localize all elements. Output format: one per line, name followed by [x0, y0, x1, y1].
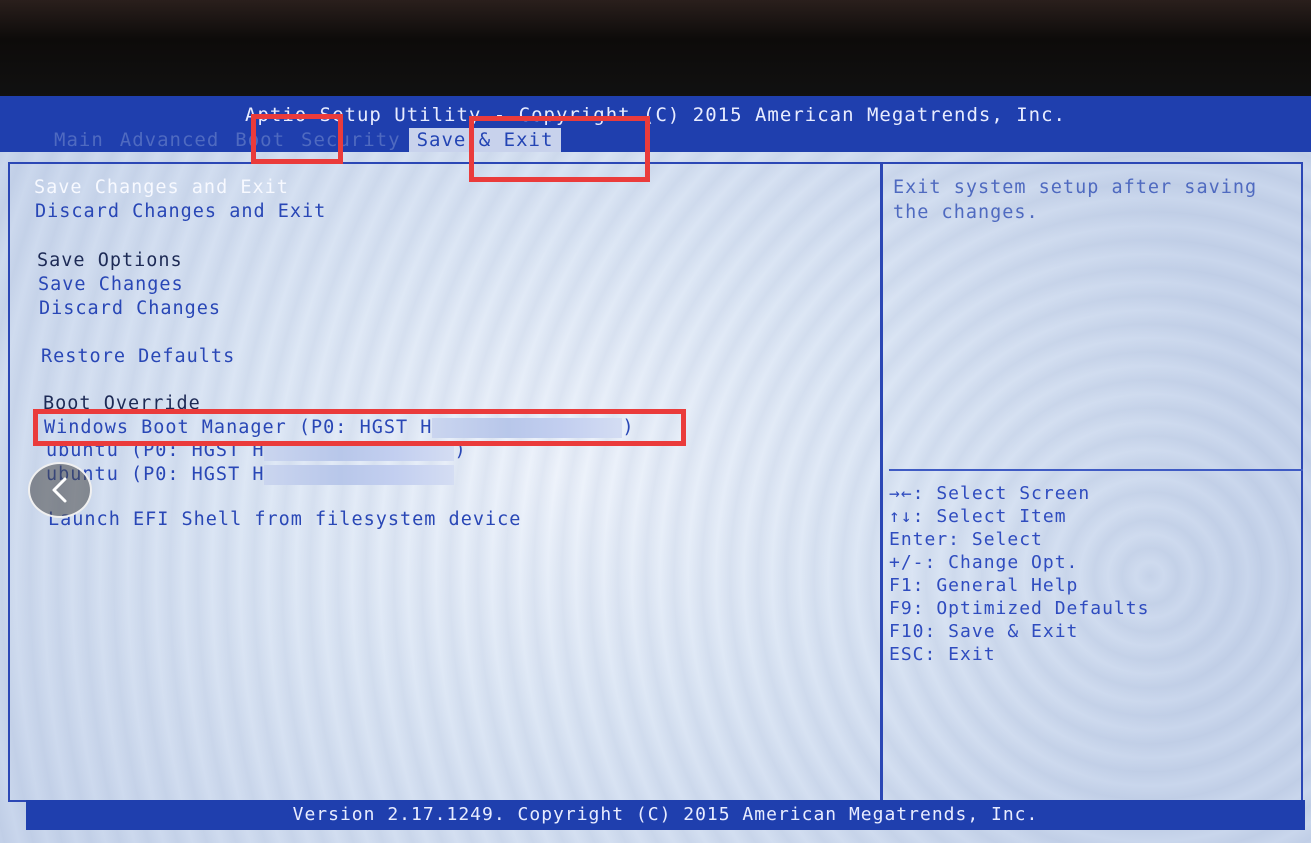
- key-save-exit: F10: Save & Exit: [889, 621, 1079, 642]
- key-optimized-defaults: F9: Optimized Defaults: [889, 598, 1150, 619]
- highlight-boot-tab: [251, 114, 343, 164]
- key-general-help: F1: General Help: [889, 575, 1079, 596]
- app-title: Aptio Setup Utility - Copyright (C) 2015…: [245, 104, 1066, 126]
- bios-screen: Aptio Setup Utility - Copyright (C) 2015…: [0, 96, 1311, 843]
- chevron-left-icon: [52, 477, 67, 503]
- help-description: Exit system setup after saving the chang…: [893, 177, 1258, 223]
- tab-main[interactable]: Main: [46, 128, 112, 152]
- menu-item-launch-efi-shell[interactable]: Launch EFI Shell from filesystem device: [48, 508, 521, 532]
- highlight-save-exit-tab: [469, 116, 650, 182]
- menu-item-restore-defaults[interactable]: Restore Defaults: [41, 345, 235, 369]
- panel-divider: [880, 162, 883, 802]
- back-button[interactable]: [28, 462, 92, 518]
- footer-bar: Version 2.17.1249. Copyright (C) 2015 Am…: [26, 800, 1305, 830]
- help-divider: [889, 469, 1303, 471]
- menu-item-discard-changes[interactable]: Discard Changes: [39, 297, 221, 321]
- key-select-item: ↑↓: Select Item: [889, 506, 1067, 527]
- key-select-screen: →←: Select Screen: [889, 483, 1091, 504]
- key-legend: →←: Select Screen ↑↓: Select Item Enter:…: [889, 482, 1149, 666]
- menu-item-save-changes-and-exit[interactable]: Save Changes and Exit: [34, 176, 289, 200]
- key-enter-select: Enter: Select: [889, 529, 1043, 550]
- title-bar: Aptio Setup Utility - Copyright (C) 2015…: [0, 96, 1311, 152]
- tab-advanced[interactable]: Advanced: [112, 128, 228, 152]
- key-change-opt: +/-: Change Opt.: [889, 552, 1079, 573]
- monitor-bezel: [0, 0, 1311, 98]
- menu-item-discard-changes-and-exit[interactable]: Discard Changes and Exit: [35, 200, 326, 224]
- version-text: Version 2.17.1249. Copyright (C) 2015 Am…: [292, 804, 1039, 825]
- redacted-text: [264, 465, 455, 485]
- section-header-save-options: Save Options: [37, 250, 183, 271]
- boot-option-ubuntu-2[interactable]: ubuntu (P0: HGST H: [46, 463, 455, 487]
- key-esc-exit: ESC: Exit: [889, 644, 996, 665]
- menu-item-save-changes[interactable]: Save Changes: [38, 273, 184, 297]
- highlight-windows-boot-manager: [33, 409, 686, 446]
